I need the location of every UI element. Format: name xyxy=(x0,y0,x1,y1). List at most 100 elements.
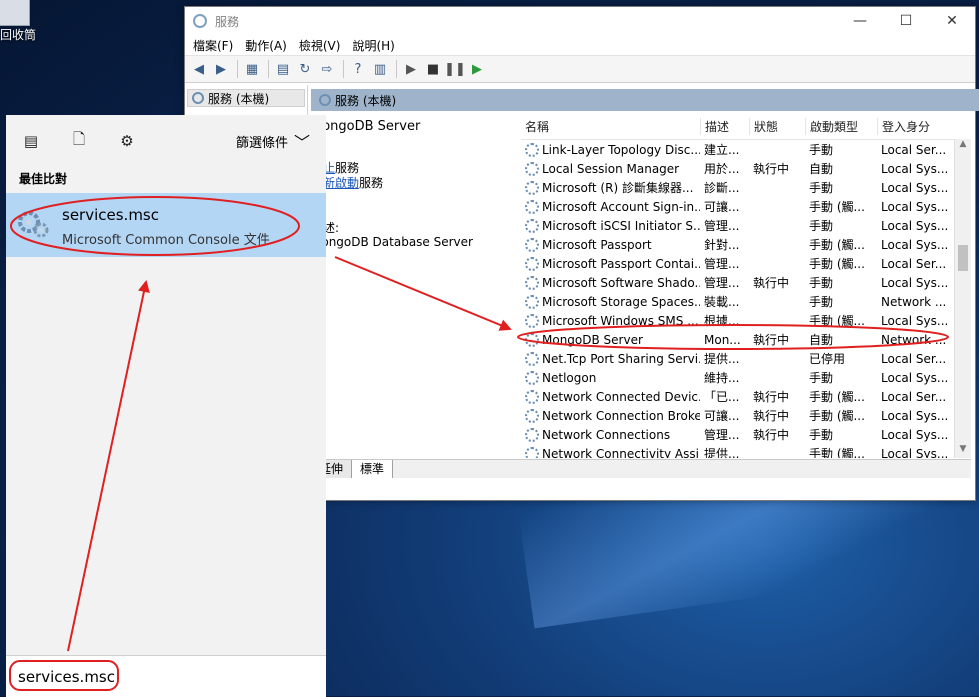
scroll-down-icon[interactable]: ▼ xyxy=(955,444,971,458)
pause-service-icon[interactable]: ❚❚ xyxy=(444,59,466,79)
maximize-button[interactable]: ☐ xyxy=(883,7,929,35)
console-tree-icon[interactable]: ▦ xyxy=(242,59,262,79)
cell-description: 維持... xyxy=(704,371,740,385)
column-header-status[interactable]: 狀態 xyxy=(749,117,805,135)
column-header-log-on-as[interactable]: 登入身分 xyxy=(877,117,953,135)
service-row[interactable]: Network Connection Broker 可讓... 執行中 手動 (觸..… xyxy=(521,406,971,425)
scroll-up-icon[interactable]: ▲ xyxy=(955,139,971,153)
service-gear-icon xyxy=(525,180,539,195)
cell-startup-type: 手動 (觸... xyxy=(809,257,865,271)
tab-standard[interactable]: 標準 xyxy=(352,460,394,478)
menu-file[interactable]: 檔案(F) xyxy=(193,37,233,54)
cell-startup-type: 手動 (觸... xyxy=(809,390,865,404)
search-box[interactable]: services.msc xyxy=(6,655,326,697)
close-button[interactable]: ✕ xyxy=(929,7,975,35)
cell-status: 執行中 xyxy=(753,162,790,176)
menu-action[interactable]: 動作(A) xyxy=(245,37,287,54)
minimize-button[interactable]: — xyxy=(837,7,883,35)
export-list-icon[interactable]: ⇨ xyxy=(317,59,337,79)
service-row[interactable]: Microsoft Windows SMS ... 根據... 手動 (觸... Lo… xyxy=(521,311,971,330)
service-gear-icon xyxy=(525,351,539,366)
cell-startup-type: 手動 (觸... xyxy=(809,314,865,328)
services-list: 名稱 描述 狀態 啟動類型 登入身分 Link-Layer Topology D… xyxy=(521,113,971,458)
cell-status: 執行中 xyxy=(753,390,790,404)
service-gear-icon xyxy=(525,256,539,271)
cell-startup-type: 手動 xyxy=(809,143,834,157)
cell-name: Microsoft Passport Contai... xyxy=(521,256,700,271)
service-row[interactable]: Microsoft Account Sign-in... 可讓... 手動 (觸..… xyxy=(521,197,971,216)
gear-icon xyxy=(192,92,204,104)
menu-help[interactable]: 說明(H) xyxy=(352,37,394,54)
filter-dropdown[interactable]: 篩選條件 ﹀ xyxy=(236,129,310,153)
help-icon[interactable]: ? xyxy=(348,59,368,79)
best-match-result[interactable]: services.msc Microsoft Common Console 文件 xyxy=(6,193,326,257)
scroll-thumb[interactable] xyxy=(958,245,968,271)
cell-log-on-as: Local Sys... xyxy=(881,199,949,214)
forward-arrow-icon[interactable]: ▶ xyxy=(211,59,231,79)
service-row[interactable]: Network Connections 管理... 執行中 手動 Local Sys..… xyxy=(521,425,971,444)
service-row[interactable]: Microsoft Storage Spaces... 裝載... 手動 Networ… xyxy=(521,292,971,311)
restart-service-icon[interactable]: ▶ xyxy=(467,59,487,79)
service-row[interactable]: Net.Tcp Port Sharing Servi... 提供... 已停用 Loc… xyxy=(521,349,971,368)
column-header-startup-type[interactable]: 啟動類型 xyxy=(805,117,877,135)
cell-log-on-as: Network ... xyxy=(881,332,947,347)
description-pane: MongoDB Server 停止服務 重新啟動服務 描述: MongoDB D… xyxy=(311,113,521,458)
cell-description: 根據... xyxy=(704,314,740,328)
start-search-panel: ▤ 🗋 ⚙ 篩選條件 ﹀ 最佳比對 services.msc Microsoft… xyxy=(6,115,326,697)
service-row[interactable]: Link-Layer Topology Disc... 建立... 手動 Local … xyxy=(521,140,971,159)
stop-service-icon[interactable]: ■ xyxy=(423,59,443,79)
cell-startup-type: 手動 (觸... xyxy=(809,238,865,252)
cell-startup-type: 自動 xyxy=(809,162,834,176)
service-gear-icon xyxy=(525,142,539,157)
tree-node-services-local[interactable]: 服務 (本機) xyxy=(187,89,305,107)
action-pane-icon[interactable]: ▥ xyxy=(370,59,390,79)
service-gear-icon xyxy=(525,408,539,423)
search-input[interactable]: services.msc xyxy=(18,668,115,686)
start-service-icon[interactable]: ▶ xyxy=(401,59,421,79)
cell-name: Local Session Manager xyxy=(521,161,700,176)
service-row[interactable]: Microsoft Passport 針對... 手動 (觸... Local Sys… xyxy=(521,235,971,254)
service-row[interactable]: Netlogon 維持... 手動 Local Sys... xyxy=(521,368,971,387)
selected-service-title: MongoDB Server xyxy=(311,119,421,134)
column-header-name[interactable]: 名稱 xyxy=(521,118,700,135)
cell-log-on-as: Network ... xyxy=(881,294,947,309)
result-title: services.msc xyxy=(62,206,159,224)
refresh-icon[interactable]: ↻ xyxy=(295,59,315,79)
service-row[interactable]: Network Connected Devic... 「已... 執行中 手動 (觸.… xyxy=(521,387,971,406)
cell-startup-type: 已停用 xyxy=(809,352,846,366)
back-arrow-icon[interactable]: ◀ xyxy=(189,59,209,79)
cell-log-on-as: Local Sys... xyxy=(881,408,949,423)
title-bar[interactable]: 服務 — ☐ ✕ xyxy=(185,7,975,35)
cell-status: 執行中 xyxy=(753,276,790,290)
service-row[interactable]: MongoDB Server Mon... 執行中 自動 Network ... xyxy=(521,330,971,349)
service-row[interactable]: Microsoft iSCSI Initiator S... 管理... 手動 Loc… xyxy=(521,216,971,235)
service-row[interactable]: Microsoft Passport Contai... 管理... 手動 (觸..… xyxy=(521,254,971,273)
cell-startup-type: 手動 xyxy=(809,428,834,442)
cell-name: Netlogon xyxy=(521,370,700,385)
recycle-bin-icon[interactable] xyxy=(0,0,30,26)
service-row[interactable]: Microsoft Software Shado... 管理... 執行中 手動 Loc… xyxy=(521,273,971,292)
cell-startup-type: 手動 xyxy=(809,295,834,309)
cell-description: Mon... xyxy=(704,332,741,347)
cell-name: Net.Tcp Port Sharing Servi... xyxy=(521,351,700,366)
recycle-bin-label: 回收筒 xyxy=(0,28,37,42)
service-row[interactable]: Microsoft (R) 診斷集線器... 診斷... 手動 Local Sys..… xyxy=(521,178,971,197)
toolbar: ◀ ▶ ▦ ▤ ↻ ⇨ ? ▥ ▶ ■ ❚❚ ▶ xyxy=(185,55,975,83)
cell-name: Network Connections xyxy=(521,427,700,442)
documents-scope-icon[interactable]: 🗋 xyxy=(68,130,90,152)
settings-scope-icon[interactable]: ⚙ xyxy=(116,130,138,152)
service-row[interactable]: Local Session Manager 用於... 執行中 自動 Local Sys… xyxy=(521,159,971,178)
services-gear-icon xyxy=(18,211,49,238)
properties-icon[interactable]: ▤ xyxy=(273,59,293,79)
apps-scope-icon[interactable]: ▤ xyxy=(20,130,42,152)
cell-description: 管理... xyxy=(704,428,740,442)
cell-description: 管理... xyxy=(704,276,740,290)
column-header-description[interactable]: 描述 xyxy=(700,117,749,135)
cell-name: Microsoft Windows SMS ... xyxy=(521,313,700,328)
cell-description: 管理... xyxy=(704,257,740,271)
service-row[interactable]: Network Connectivity Assi... 提供... 手動 (觸..… xyxy=(521,444,971,458)
vertical-scrollbar[interactable]: ▲ ▼ xyxy=(954,139,971,458)
menu-view[interactable]: 檢視(V) xyxy=(299,37,341,54)
gear-icon xyxy=(319,94,331,106)
list-body: Link-Layer Topology Disc... 建立... 手動 Local … xyxy=(521,140,971,458)
